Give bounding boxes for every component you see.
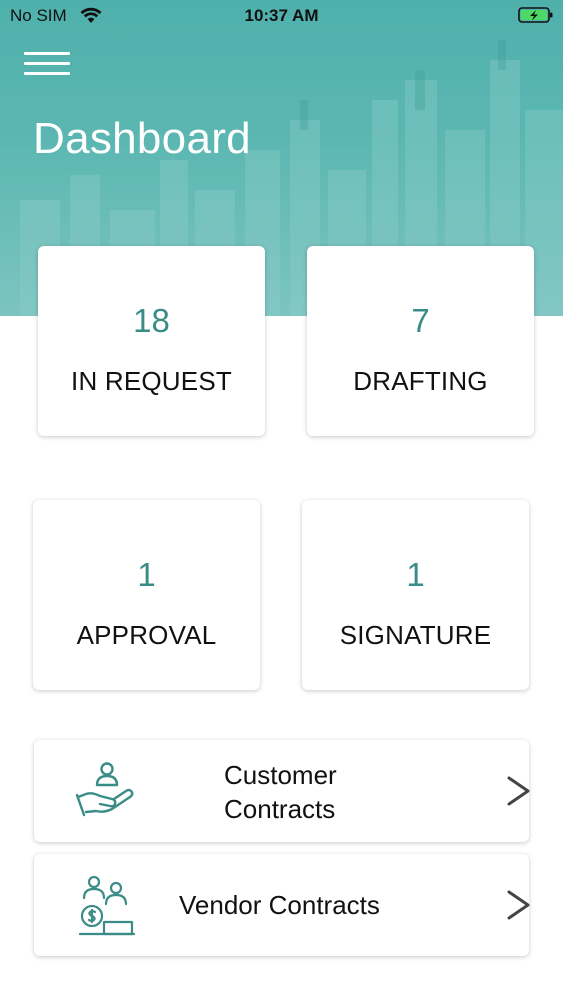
vendor-contracts-button[interactable]: Vendor Contracts — [34, 854, 530, 956]
stat-value: 1 — [406, 556, 425, 593]
stat-card-approval[interactable]: 1 APPROVAL — [33, 500, 260, 690]
hand-user-icon — [75, 762, 134, 817]
vendor-contracts-label: Vendor Contracts — [179, 890, 380, 920]
stat-label: SIGNATURE — [339, 620, 492, 650]
chevron-right-icon — [507, 890, 530, 920]
vendor-meeting-icon — [78, 875, 136, 936]
customer-contracts-label-line2: Contracts — [224, 794, 336, 824]
battery-charging-icon — [518, 7, 553, 23]
stat-label: DRAFTING — [353, 366, 488, 396]
status-bar: No SIM 10:37 AM — [0, 0, 563, 32]
stat-value: 1 — [137, 556, 156, 593]
stat-value: 7 — [411, 302, 430, 339]
stat-card-signature[interactable]: 1 SIGNATURE — [302, 500, 529, 690]
stat-card-drafting[interactable]: 7 DRAFTING — [307, 246, 534, 436]
chevron-right-icon — [507, 776, 530, 806]
stat-label: APPROVAL — [76, 620, 217, 650]
customer-contracts-label-line1: Customer — [224, 760, 337, 790]
stat-label: IN REQUEST — [71, 366, 232, 396]
customer-contracts-label: Customer Contracts — [224, 758, 337, 826]
stat-card-in-request[interactable]: 18 IN REQUEST — [38, 246, 265, 436]
hamburger-menu-icon[interactable] — [24, 52, 70, 76]
stat-value: 18 — [133, 302, 170, 339]
status-time: 10:37 AM — [244, 6, 319, 25]
page-title: Dashboard — [33, 114, 251, 163]
customer-contracts-button[interactable]: Customer Contracts — [34, 740, 530, 842]
